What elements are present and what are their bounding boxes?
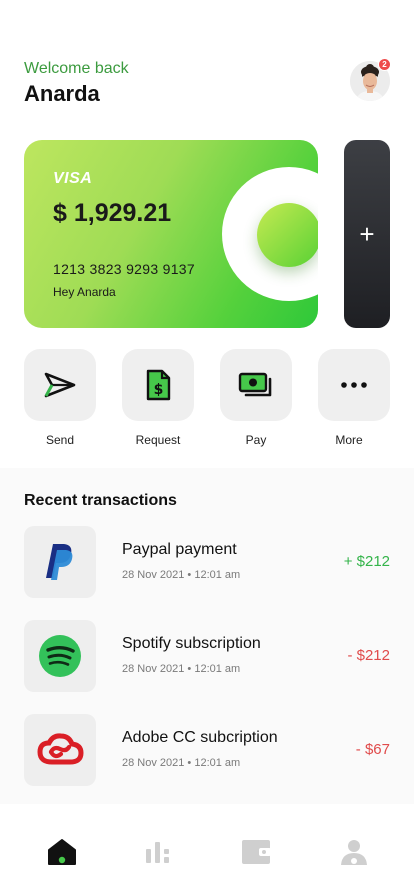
tab-profile[interactable] bbox=[334, 832, 374, 872]
request-icon: $ bbox=[146, 369, 171, 401]
transaction-amount: + $212 bbox=[343, 553, 390, 570]
tab-home[interactable] bbox=[42, 832, 82, 872]
send-button[interactable] bbox=[24, 349, 96, 421]
request-label: Request bbox=[135, 433, 181, 447]
transaction-row[interactable]: Spotify subscription 28 Nov 2021 • 12:01… bbox=[24, 620, 390, 692]
card-brand: VISA bbox=[53, 170, 93, 187]
transaction-date: 28 Nov 2021 • 12:01 am bbox=[122, 663, 241, 675]
svg-text:$: $ bbox=[154, 382, 164, 398]
send-label: Send bbox=[45, 433, 75, 447]
add-card-button[interactable]: + bbox=[344, 140, 390, 328]
transaction-logo bbox=[24, 620, 96, 692]
welcome-text: Welcome back bbox=[24, 60, 129, 77]
transaction-name: Spotify subscription bbox=[122, 635, 261, 652]
transaction-row[interactable]: Paypal payment 28 Nov 2021 • 12:01 am + … bbox=[24, 526, 390, 598]
tab-wallet[interactable] bbox=[236, 832, 276, 872]
tab-stats[interactable] bbox=[138, 832, 178, 872]
transaction-row[interactable]: Adobe CC subcription 28 Nov 2021 • 12:01… bbox=[24, 714, 390, 786]
transaction-amount: - $212 bbox=[347, 647, 390, 664]
avatar[interactable]: 2 bbox=[350, 58, 391, 101]
more-icon bbox=[341, 382, 367, 388]
home-icon bbox=[48, 839, 76, 865]
stats-icon bbox=[146, 842, 169, 863]
pay-button[interactable] bbox=[220, 349, 292, 421]
notification-badge: 2 bbox=[378, 58, 391, 71]
card-balance: $ 1,929.21 bbox=[53, 199, 172, 227]
spotify-icon bbox=[39, 635, 81, 677]
paypal-icon bbox=[46, 544, 73, 580]
wallet-icon bbox=[242, 840, 271, 864]
card-orb-decoration bbox=[257, 203, 318, 267]
payment-card[interactable]: VISA $ 1,929.21 1213 3823 9293 9137 Hey … bbox=[24, 140, 318, 328]
more-label: More bbox=[335, 433, 363, 447]
transaction-date: 28 Nov 2021 • 12:01 am bbox=[122, 757, 241, 769]
pay-label: Pay bbox=[245, 433, 267, 447]
bottom-tab-bar bbox=[0, 804, 414, 896]
recent-transactions-title: Recent transactions bbox=[24, 492, 177, 509]
plus-icon: + bbox=[359, 218, 375, 249]
transaction-date: 28 Nov 2021 • 12:01 am bbox=[122, 569, 241, 581]
card-holder: Hey Anarda bbox=[53, 285, 116, 299]
pay-icon bbox=[238, 372, 272, 397]
adobe-cc-icon bbox=[37, 733, 84, 765]
transaction-logo bbox=[24, 714, 96, 786]
profile-icon bbox=[341, 840, 367, 865]
transaction-logo bbox=[24, 526, 96, 598]
user-name: Anarda bbox=[24, 81, 100, 106]
card-number: 1213 3823 9293 9137 bbox=[53, 261, 195, 277]
transaction-name: Paypal payment bbox=[122, 541, 237, 558]
send-icon bbox=[44, 372, 76, 398]
more-button[interactable] bbox=[318, 349, 390, 421]
request-button[interactable]: $ bbox=[122, 349, 194, 421]
transaction-name: Adobe CC subcription bbox=[122, 729, 278, 746]
transaction-amount: - $67 bbox=[355, 741, 390, 758]
